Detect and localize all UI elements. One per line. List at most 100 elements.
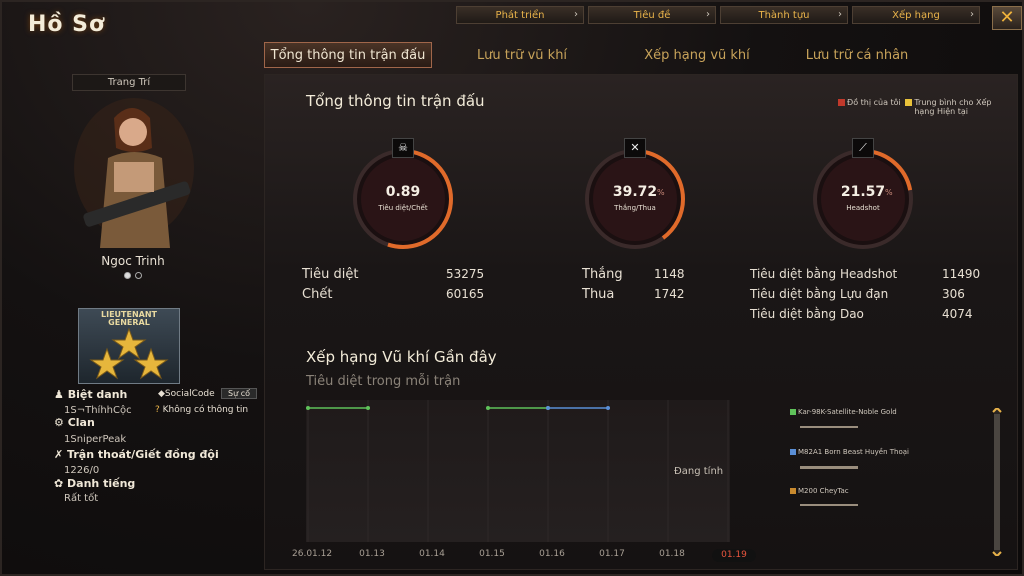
knife-kills-label: Tiêu diệt bằng Dao	[750, 307, 864, 321]
knife-kills-value: 4074	[942, 307, 973, 321]
kills-label: Tiêu diệt	[302, 267, 359, 282]
running-man-icon: ✗	[54, 448, 68, 461]
reputation-row: ✿ Danh tiếng	[54, 477, 135, 490]
legend-avg-label: Trung bình cho Xếp hạng Hiện tại	[914, 98, 992, 116]
help-icon[interactable]: ?	[155, 405, 160, 415]
weapon-swatch	[790, 409, 796, 415]
chevron-right-icon: ›	[574, 9, 578, 20]
kd-label: Tiêu diệt/Chết	[378, 204, 428, 212]
legend-mine-swatch	[838, 99, 845, 106]
escape-value: 1226/0	[64, 465, 100, 476]
kd-value: 0.89	[385, 184, 421, 200]
clan-label: Clan	[67, 416, 95, 429]
rifle-thumbnail-icon	[800, 426, 858, 428]
rifle-icon: ⟋	[852, 138, 874, 158]
data-point	[486, 406, 490, 410]
wins-label: Thắng	[582, 267, 623, 282]
top-nav: Phát triển › Tiêu đề › Thành tựu › Xếp hạng…	[456, 6, 980, 24]
top-nav-label: Tiêu đề	[633, 9, 671, 21]
losses-label: Thua	[582, 287, 615, 302]
reputation-label: Danh tiếng	[67, 477, 136, 490]
weapon-name: M82A1 Born Beast Huyền Thoại	[798, 448, 909, 456]
deaths-label: Chết	[302, 287, 333, 302]
character-name: Ngoc Trinh	[101, 254, 165, 268]
socialcode-label: SocialCode	[164, 389, 215, 399]
carousel-dots[interactable]	[124, 272, 142, 279]
profile-sidebar: Trang Trí Ngoc Trinh LIEUTENANT GENERAL …	[2, 72, 258, 572]
weapon-chart	[306, 400, 730, 542]
winloss-label: Thắng/Thua	[614, 204, 656, 212]
user-icon: ♟	[54, 388, 68, 401]
no-info-row: ? Không có thông tin	[155, 405, 248, 415]
weapon-name: Kar-98K-Satellite-Noble Gold	[798, 408, 897, 416]
escape-row: ✗ Trận thoát/Giết đồng đội	[54, 448, 219, 461]
top-nav-label: Xếp hạng	[892, 9, 940, 21]
headshot-kills-value: 11490	[942, 267, 981, 281]
tab-bar: Tổng thông tin trận đấu Lưu trữ vũ khí X…	[264, 42, 932, 68]
nickname-row: ♟ Biệt danh	[54, 388, 127, 401]
decoration-button[interactable]: Trang Trí	[72, 74, 186, 91]
reputation-icon: ✿	[54, 477, 68, 490]
character-avatar	[74, 98, 198, 258]
losses-value: 1742	[654, 287, 685, 301]
scrollbar[interactable]	[992, 406, 1002, 558]
tab-weapon-ranking[interactable]: Xếp hạng vũ khí	[612, 42, 782, 68]
carousel-dot[interactable]	[135, 272, 142, 279]
weapon-name: M200 CheyTac	[798, 487, 849, 495]
grenade-kills-label: Tiêu diệt bằng Lựu đạn	[750, 287, 889, 301]
winloss-gauge: ✕ 39.72 % Thắng/Thua	[582, 138, 688, 252]
profile-window: Hồ Sơ Phát triển › Tiêu đề › Thành tựu › Xế…	[0, 0, 1024, 576]
skull-icon: ☠	[392, 138, 414, 158]
chevron-right-icon: ›	[838, 9, 842, 20]
weapon-legend-item[interactable]: M82A1 Born Beast Huyền Thoại	[790, 448, 909, 456]
rank-badge: LIEUTENANT GENERAL	[78, 308, 180, 384]
window-title: Hồ Sơ	[28, 12, 106, 37]
x-tick-label: 01.15	[479, 549, 505, 559]
calculating-status: Đang tính	[674, 466, 724, 477]
close-button[interactable]: ✕	[992, 6, 1022, 30]
clan-value: 1SniperPeak	[64, 434, 127, 445]
data-point	[546, 406, 550, 410]
grenade-kills-value: 306	[942, 287, 965, 301]
top-nav-ranking[interactable]: Xếp hạng ›	[852, 6, 980, 24]
headshot-value: 21.57	[840, 184, 886, 200]
tab-personal-storage[interactable]: Lưu trữ cá nhân	[782, 42, 932, 68]
chevron-right-icon: ›	[970, 9, 974, 20]
x-tick-label: 01.14	[419, 549, 445, 559]
crossed-guns-icon: ✕	[624, 138, 646, 158]
clan-icon: ⚙	[54, 416, 68, 429]
no-info-text: Không có thông tin	[162, 405, 249, 415]
carousel-dot[interactable]	[124, 272, 131, 279]
headshot-pct: %	[885, 188, 893, 197]
weapon-legend-item[interactable]: M200 CheyTac	[790, 487, 849, 495]
legend-mine-label: Đồ thị của tôi	[847, 98, 901, 107]
data-point	[306, 406, 310, 410]
x-tick-label: 01.17	[599, 549, 625, 559]
tab-weapon-storage[interactable]: Lưu trữ vũ khí	[432, 42, 612, 68]
rifle-thumbnail-icon	[800, 504, 858, 506]
weapon-chart-svg	[306, 400, 729, 542]
x-tick-label: 01.16	[539, 549, 565, 559]
top-nav-development[interactable]: Phát triển ›	[456, 6, 584, 24]
data-point	[366, 406, 370, 410]
x-tick-label: 01.19	[712, 549, 756, 562]
weapon-rank-title: Xếp hạng Vũ khí Gần đây	[306, 348, 497, 366]
kills-value: 53275	[446, 267, 485, 281]
headshot-label: Headshot	[846, 204, 880, 212]
weapon-legend-item[interactable]: Kar-98K-Satellite-Noble Gold	[790, 408, 897, 416]
socialcode-row: ◆SocialCode	[158, 389, 215, 399]
x-tick-label: 26.01.12	[292, 549, 333, 559]
reputation-value: Rất tốt	[64, 493, 99, 504]
weapon-swatch	[790, 449, 796, 455]
x-tick-label: 01.13	[359, 549, 385, 559]
headshot-kills-label: Tiêu diệt bằng Headshot	[750, 267, 898, 281]
top-nav-achievements[interactable]: Thành tựu ›	[720, 6, 848, 24]
data-point	[606, 406, 610, 410]
x-tick-label: 01.18	[659, 549, 685, 559]
top-nav-title[interactable]: Tiêu đề ›	[588, 6, 716, 24]
socialcode-button[interactable]: Sự cố	[221, 388, 257, 399]
tab-match-overview[interactable]: Tổng thông tin trận đấu	[264, 42, 432, 68]
deaths-value: 60165	[446, 287, 485, 301]
winloss-value: 39.72	[612, 184, 658, 200]
legend-avg-swatch	[905, 99, 913, 106]
